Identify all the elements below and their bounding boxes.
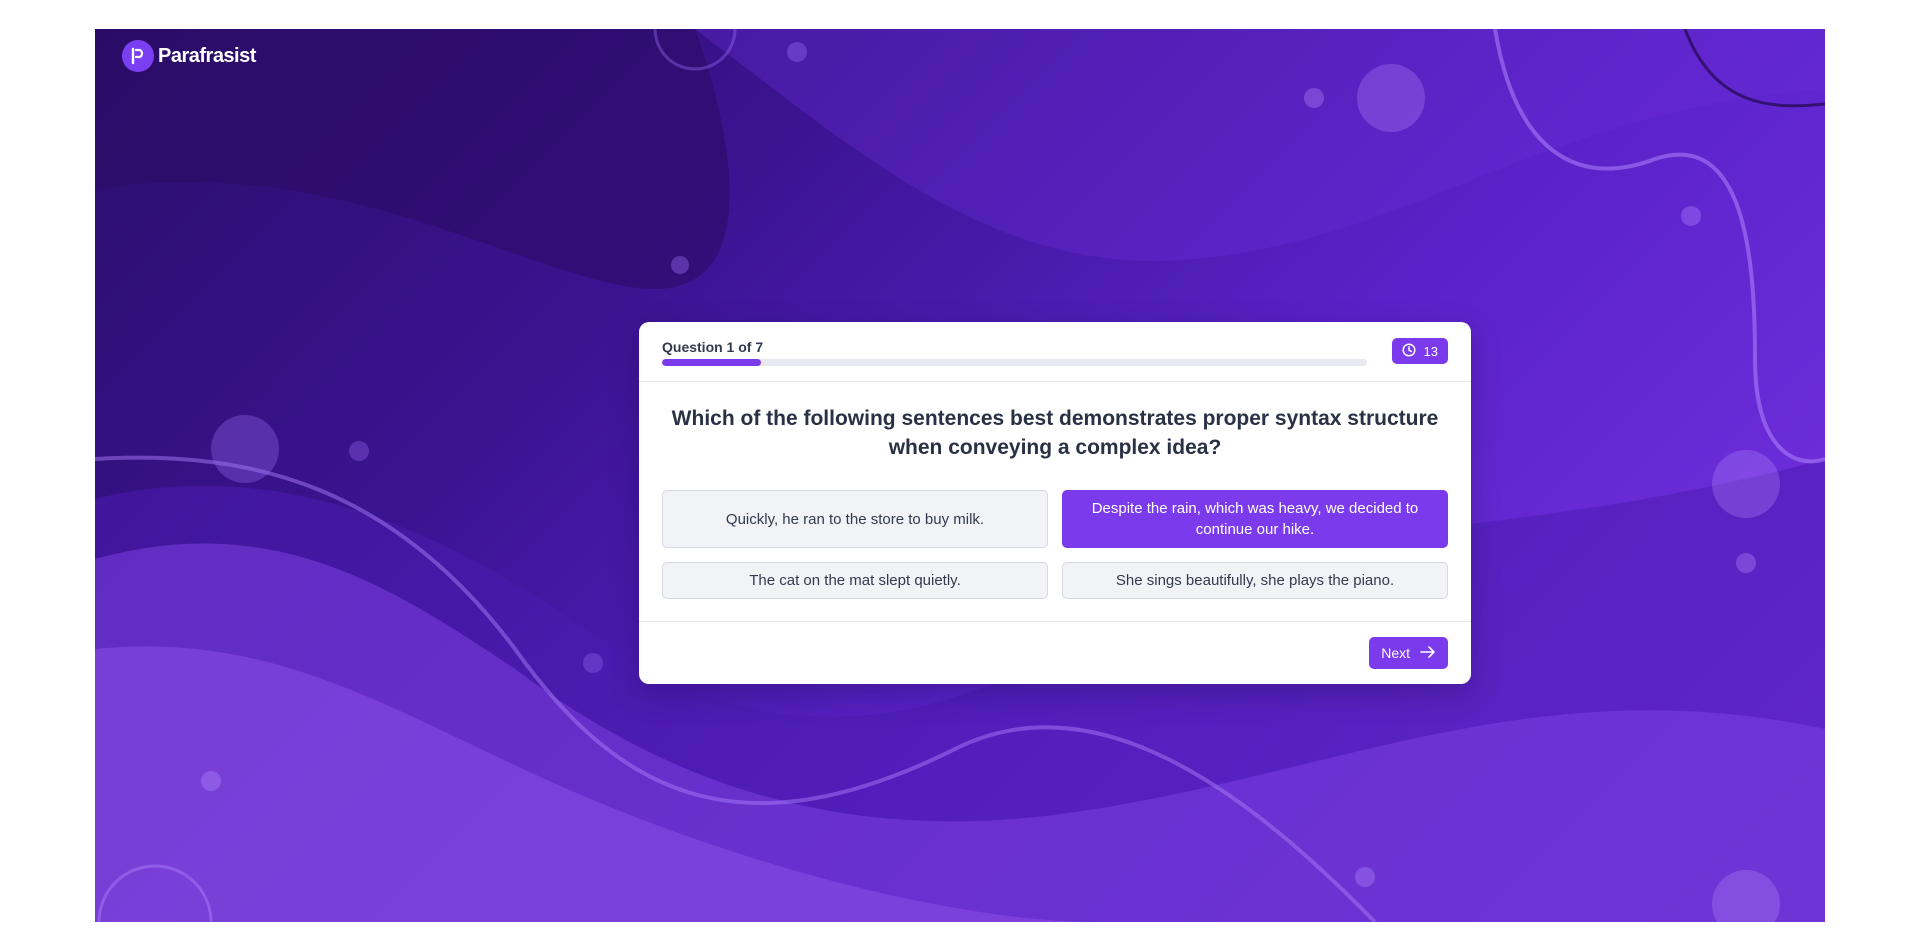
- answer-option-1[interactable]: Quickly, he ran to the store to buy milk…: [662, 490, 1048, 548]
- question-text: Which of the following sentences best de…: [671, 407, 1439, 459]
- next-button[interactable]: Next: [1369, 637, 1448, 669]
- next-button-label: Next: [1381, 645, 1410, 661]
- arrow-right-icon: [1420, 645, 1436, 662]
- quiz-card-footer: Next: [639, 621, 1471, 684]
- answer-options: Quickly, he ran to the store to buy milk…: [662, 490, 1448, 599]
- clock-icon: [1401, 342, 1416, 360]
- question-counter: Question 1 of 7: [662, 339, 764, 355]
- brand-name: Parafrasist: [158, 44, 256, 67]
- logo-mark-icon: [122, 40, 154, 72]
- progress-bar-fill: [662, 359, 761, 366]
- app-viewport: Parafrasist Question 1 of 7 13 Which of …: [95, 29, 1825, 922]
- answer-option-label: The cat on the mat slept quietly.: [749, 572, 961, 589]
- timer-value: 13: [1423, 343, 1438, 359]
- answer-option-4[interactable]: She sings beautifully, she plays the pia…: [1062, 562, 1448, 599]
- quiz-card-header: Question 1 of 7 13: [639, 322, 1471, 382]
- timer-badge: 13: [1391, 338, 1448, 364]
- progress-bar: [662, 359, 1367, 366]
- quiz-card: Question 1 of 7 13 Which of the followin…: [639, 322, 1471, 684]
- answer-option-label: Despite the rain, which was heavy, we de…: [1091, 500, 1419, 538]
- answer-option-label: Quickly, he ran to the store to buy milk…: [725, 510, 985, 528]
- brand-logo[interactable]: Parafrasist: [122, 40, 256, 72]
- answer-option-2[interactable]: Despite the rain, which was heavy, we de…: [1062, 490, 1448, 548]
- answer-option-label: She sings beautifully, she plays the pia…: [1115, 572, 1395, 589]
- answer-option-3[interactable]: The cat on the mat slept quietly.: [662, 562, 1048, 599]
